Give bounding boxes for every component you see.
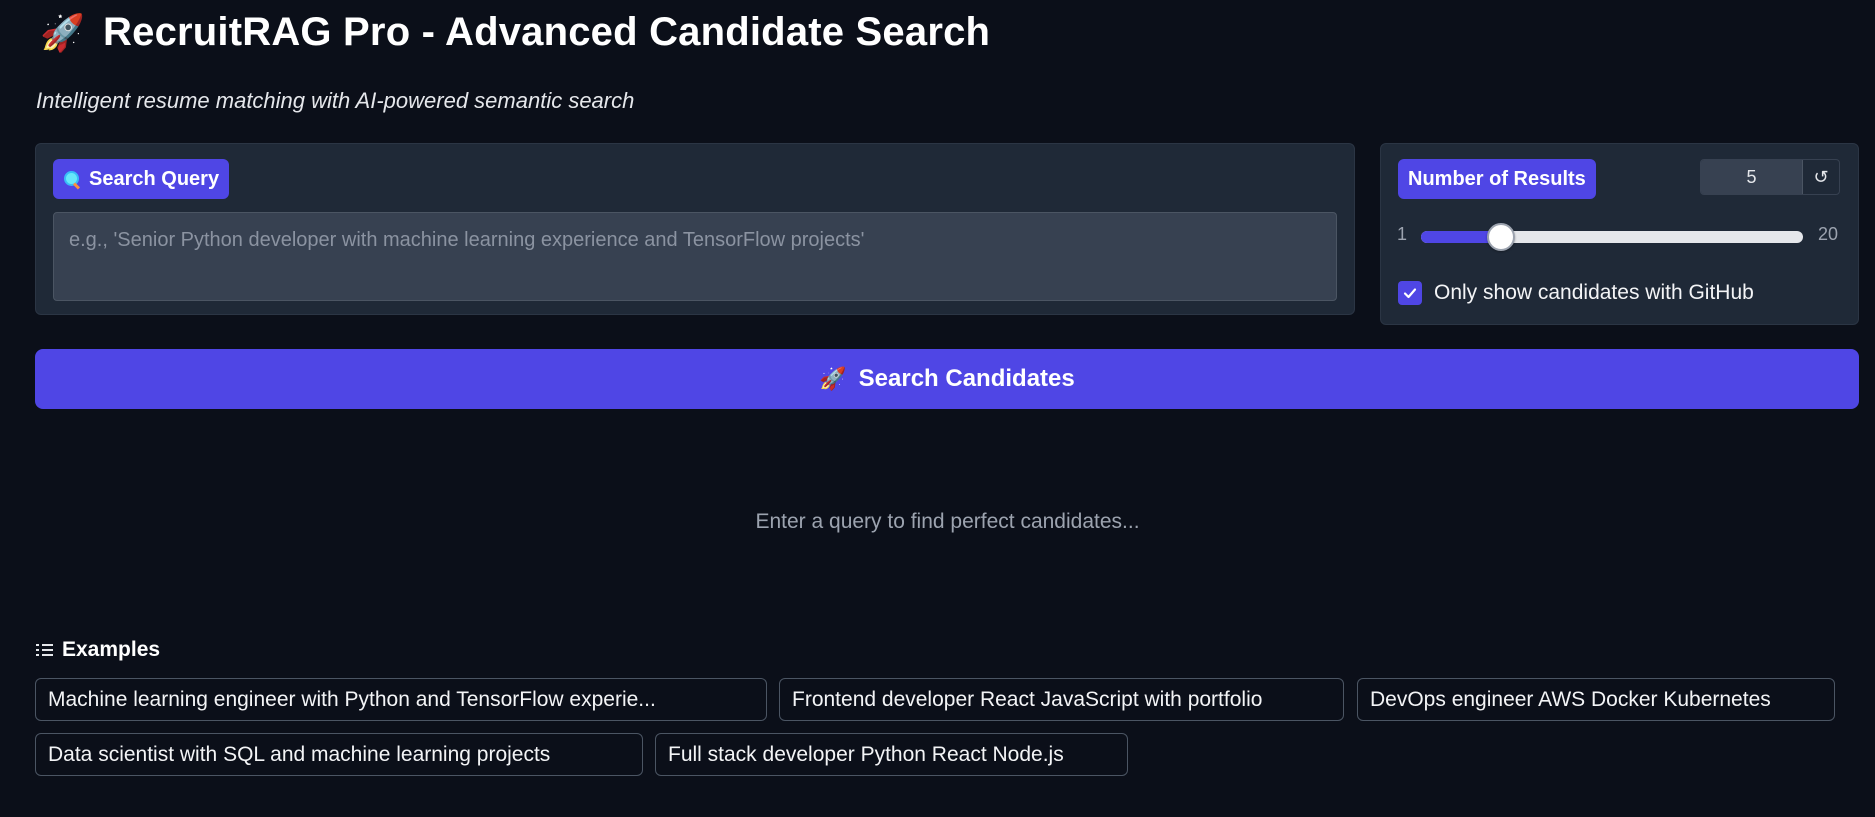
search-query-label: Search Query <box>53 159 230 199</box>
magnifier-icon <box>63 170 81 188</box>
results-slider[interactable] <box>1421 223 1803 251</box>
page-title-text: RecruitRAG Pro - Advanced Candidate Sear… <box>103 10 991 54</box>
empty-state-message: Enter a query to find perfect candidates… <box>755 510 1140 533</box>
example-item[interactable]: Frontend developer React JavaScript with… <box>779 678 1344 721</box>
github-filter-label: Only show candidates with GitHub <box>1434 281 1754 304</box>
rocket-icon: 🚀 <box>819 366 847 391</box>
number-of-results-input[interactable]: 5 <box>1701 160 1802 194</box>
app-root: 🚀 RecruitRAG Pro - Advanced Candidate Se… <box>0 0 1875 817</box>
example-item[interactable]: Full stack developer Python React Node.j… <box>655 733 1128 776</box>
number-of-results-box: 5 ↺ <box>1700 159 1840 195</box>
slider-max-label: 20 <box>1817 224 1838 244</box>
examples-header-label: Examples <box>62 638 161 661</box>
search-candidates-button[interactable]: 🚀 Search Candidates <box>35 349 1859 409</box>
examples-header: Examples <box>36 638 160 662</box>
checkmark-icon <box>1403 288 1417 299</box>
github-filter-row[interactable]: Only show candidates with GitHub <box>1398 281 1754 305</box>
search-query-input[interactable] <box>53 212 1337 301</box>
page-subtitle: Intelligent resume matching with AI-powe… <box>36 88 635 113</box>
search-candidates-label: Search Candidates <box>858 365 1075 392</box>
number-of-results-label: Number of Results <box>1398 159 1596 199</box>
search-query-panel: Search Query <box>35 143 1355 315</box>
example-item[interactable]: DevOps engineer AWS Docker Kubernetes <box>1357 678 1835 721</box>
reset-button[interactable]: ↺ <box>1802 160 1839 194</box>
example-item[interactable]: Machine learning engineer with Python an… <box>35 678 767 721</box>
results-settings-panel: Number of Results 5 ↺ 1 20 Only show can… <box>1380 143 1859 325</box>
rocket-icon: 🚀 <box>40 11 86 53</box>
example-item[interactable]: Data scientist with SQL and machine lear… <box>35 733 643 776</box>
slider-thumb[interactable] <box>1487 223 1516 251</box>
list-icon <box>36 644 54 656</box>
page-title: 🚀 RecruitRAG Pro - Advanced Candidate Se… <box>40 10 990 55</box>
search-query-label-text: Search Query <box>89 167 220 190</box>
slider-min-label: 1 <box>1397 224 1408 244</box>
github-filter-checkbox[interactable] <box>1398 281 1422 305</box>
